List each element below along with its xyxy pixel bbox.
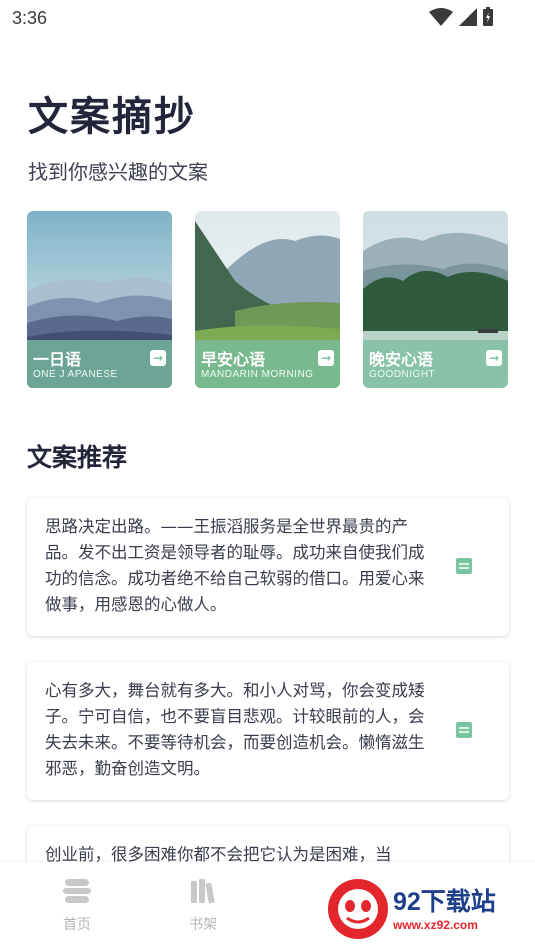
bookshelf-icon xyxy=(191,879,215,904)
nav-label: 书架 xyxy=(189,917,217,933)
nav-item-home[interactable]: 首页 xyxy=(47,878,107,934)
arrow-right-icon: → xyxy=(318,350,334,366)
wifi-icon xyxy=(429,7,453,26)
section-title: 文案推荐 xyxy=(27,443,128,472)
category-card-goodnight[interactable]: 晚安心语 GOODNIGHT → xyxy=(363,211,508,388)
watermark: 92下载站 www.xz92.com xyxy=(321,868,527,948)
cellular-signal-icon xyxy=(459,7,477,26)
home-icon xyxy=(63,879,91,903)
status-time: 3:36 xyxy=(12,8,48,28)
arrow-right-icon: → xyxy=(486,350,502,366)
battery-icon xyxy=(483,7,493,26)
category-subtitle: ONE J APANESE xyxy=(33,369,118,380)
category-card-japanese[interactable]: 一日语 ONE J APANESE → xyxy=(27,211,172,388)
quote-card[interactable]: 心有多大，舞台就有多大。和小人对骂，你会变成矮子。宁可自信，也不要盲目悲观。计较… xyxy=(27,662,509,800)
category-subtitle: MANDARIN MORNING xyxy=(201,369,314,380)
category-label-box: 一日语 ONE J APANESE → xyxy=(27,340,172,388)
page-subtitle: 找到你感兴趣的文案 xyxy=(28,160,208,184)
note-icon[interactable] xyxy=(456,558,472,574)
page-title: 文案摘抄 xyxy=(28,93,196,140)
nav-label: 首页 xyxy=(63,917,91,933)
status-bar: 3:36 xyxy=(0,0,535,36)
quote-text: 心有多大，舞台就有多大。和小人对骂，你会变成矮子。宁可自信，也不要盲目悲观。计较… xyxy=(45,681,425,778)
category-title: 一日语 xyxy=(33,350,82,369)
nav-item-bookshelf[interactable]: 书架 xyxy=(173,878,233,934)
category-title: 晚安心语 xyxy=(369,350,434,369)
note-icon[interactable] xyxy=(456,722,472,738)
category-title: 早安心语 xyxy=(201,350,266,369)
quote-card[interactable]: 思路决定出路。——王振滔服务是全世界最贵的产品。发不出工资是领导者的耻辱。成功来… xyxy=(27,498,509,636)
category-label-box: 晚安心语 GOODNIGHT → xyxy=(363,340,508,388)
watermark-url: www.xz92.com xyxy=(393,918,478,932)
watermark-brand: 92下载站 xyxy=(393,888,496,916)
status-icons xyxy=(429,7,493,26)
mascot-logo-icon xyxy=(328,879,388,939)
quote-text: 思路决定出路。——王振滔服务是全世界最贵的产品。发不出工资是领导者的耻辱。成功来… xyxy=(45,517,425,614)
category-label-box: 早安心语 MANDARIN MORNING → xyxy=(195,340,340,388)
category-card-morning[interactable]: 早安心语 MANDARIN MORNING → xyxy=(195,211,340,388)
category-subtitle: GOODNIGHT xyxy=(369,369,436,380)
category-row: 一日语 ONE J APANESE → 早安心语 MANDARIN MORNIN… xyxy=(27,211,509,389)
arrow-right-icon: → xyxy=(150,350,166,366)
